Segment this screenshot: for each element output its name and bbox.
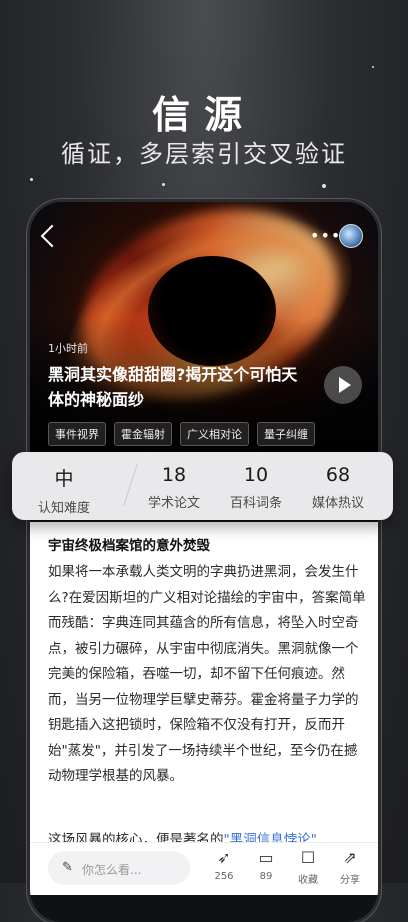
bookmark-icon: ☐ <box>300 848 316 867</box>
star-decoration <box>162 183 165 186</box>
pen-icon: ✎ <box>62 860 73 875</box>
stat-value: 中 <box>54 468 74 490</box>
star-decoration <box>372 66 374 68</box>
share-button[interactable]: ⇗ 分享 <box>332 848 368 887</box>
bottom-bar: ✎ 你怎么看... ➶ 256 ▭ 89 ☐ 收藏 ⇗ 分享 <box>30 842 378 895</box>
stat-encyclopedia[interactable]: 10 百科词条 <box>228 464 284 511</box>
bookmark-label: 收藏 <box>298 875 318 886</box>
tag-event-horizon[interactable]: 事件视界 <box>48 422 106 446</box>
play-icon[interactable] <box>324 366 362 404</box>
star-decoration <box>322 184 326 188</box>
tag-general-relativity[interactable]: 广义相对论 <box>180 422 249 446</box>
hero-subtitle: 循证，多层索引交叉验证 <box>61 140 347 168</box>
stat-label: 认知难度 <box>37 501 90 516</box>
share-label: 分享 <box>340 875 360 886</box>
comment-icon: ▭ <box>258 848 274 867</box>
post-title: 黑洞其实像甜甜圈?揭开这个可怕天体的神秘面纱 <box>48 365 298 409</box>
tag-quantum-entanglement[interactable]: 量子纠缠 <box>257 422 315 446</box>
rocket-icon: ➶ <box>217 848 231 867</box>
comment-placeholder: 你怎么看... <box>82 863 142 877</box>
stat-value: 18 <box>161 464 187 486</box>
hero-title: 信源 <box>151 93 256 137</box>
comment-count: 89 <box>259 871 273 882</box>
boost-button[interactable]: ➶ 256 <box>206 848 242 883</box>
tag-list: 事件视界 霍金辐射 广义相对论 量子纠缠 <box>48 422 315 446</box>
article-cover: ••• 1小时前 黑洞其实像甜甜圈?揭开这个可怕天体的神秘面纱 事件视界 霍金辐… <box>30 202 378 458</box>
article-heading: 宇宙终极档案馆的意外焚毁 <box>48 538 210 554</box>
stat-difficulty: 中 认知难度 <box>36 464 92 516</box>
stat-value: 10 <box>243 464 269 486</box>
star-decoration <box>30 178 33 181</box>
bookmark-button[interactable]: ☐ 收藏 <box>290 848 326 887</box>
boost-count: 256 <box>214 871 234 882</box>
stats-panel: 中 认知难度 18 学术论文 10 百科词条 68 媒体热议 <box>12 452 393 520</box>
comment-button[interactable]: ▭ 89 <box>248 848 284 883</box>
article-body: 宇宙终极档案馆的意外焚毁 如果将一本承载人类文明的字典扔进黑洞，会发生什么?在爱… <box>30 522 378 848</box>
stat-media[interactable]: 68 媒体热议 <box>310 464 366 511</box>
phone-frame: ••• 1小时前 黑洞其实像甜甜圈?揭开这个可怕天体的神秘面纱 事件视界 霍金辐… <box>30 202 378 922</box>
more-icon[interactable]: ••• <box>310 228 341 244</box>
comment-input[interactable]: ✎ 你怎么看... <box>48 851 190 885</box>
post-time: 1小时前 <box>48 342 88 355</box>
share-icon: ⇗ <box>343 848 357 867</box>
article-paragraph: 如果将一本承载人类文明的字典扔进黑洞，会发生什么?在爱因斯坦的广义相对论描绘的宇… <box>48 564 366 784</box>
stats-divider <box>109 464 138 506</box>
stat-label: 学术论文 <box>147 496 200 511</box>
stat-value: 68 <box>325 464 351 486</box>
stat-papers[interactable]: 18 学术论文 <box>146 464 202 511</box>
stat-label: 百科词条 <box>229 496 282 511</box>
avatar[interactable] <box>339 224 363 248</box>
stat-label: 媒体热议 <box>311 496 364 511</box>
tag-hawking-radiation[interactable]: 霍金辐射 <box>114 422 172 446</box>
